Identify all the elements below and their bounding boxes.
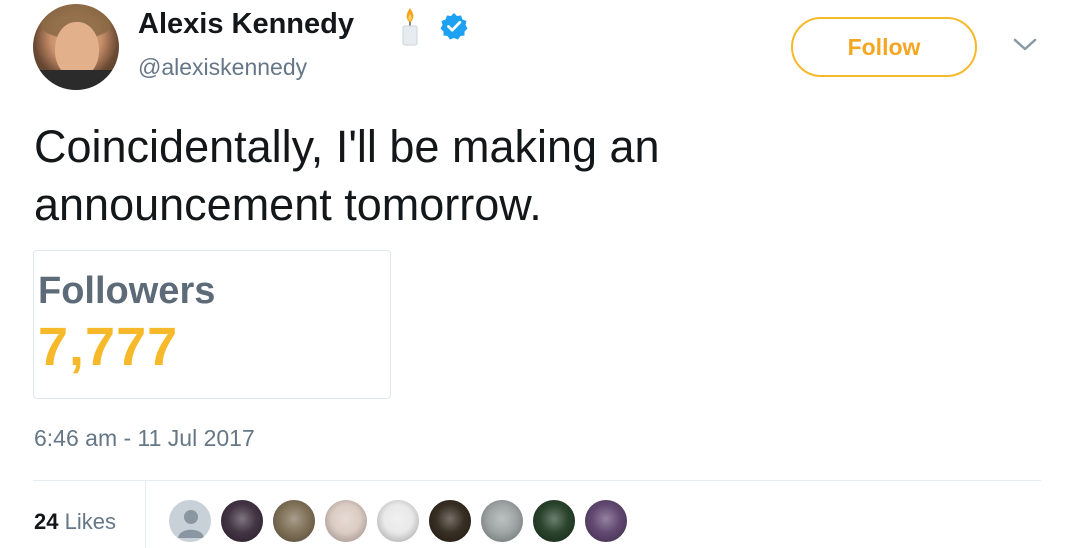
avatar-shirt: [33, 70, 119, 90]
screaming-face-avatar[interactable]: [480, 499, 524, 543]
skull-avatar[interactable]: [428, 499, 472, 543]
likes-label: Likes: [64, 509, 116, 534]
stats-divider: [33, 480, 1041, 481]
dark-creature-avatar[interactable]: [532, 499, 576, 543]
person-desk-avatar[interactable]: [584, 499, 628, 543]
follow-button[interactable]: Follow: [791, 17, 977, 77]
hooded-figure-avatar[interactable]: [272, 499, 316, 543]
stats-vertical-divider: [145, 481, 146, 548]
followers-count: 7,777: [38, 317, 179, 377]
candle-icon: [402, 8, 418, 46]
dark-figure-avatar[interactable]: [376, 499, 420, 543]
verified-badge-icon: [440, 13, 468, 40]
author-avatar[interactable]: [33, 4, 119, 90]
cartoon-rat-avatar[interactable]: [324, 499, 368, 543]
chevron-down-icon[interactable]: [1012, 37, 1038, 53]
likes-count: 24: [34, 509, 59, 534]
followers-label: Followers: [38, 270, 216, 312]
red-abstract-avatar[interactable]: [220, 499, 264, 543]
tweet-timestamp[interactable]: 6:46 am - 11 Jul 2017: [34, 425, 255, 452]
author-handle[interactable]: @alexiskennedy: [138, 54, 307, 81]
author-name[interactable]: Alexis Kennedy: [138, 8, 354, 41]
default-profile-avatar[interactable]: [168, 499, 212, 543]
likes-stat[interactable]: 24 Likes: [34, 509, 116, 535]
tweet-text: Coincidentally, I'll be making an announ…: [34, 121, 660, 230]
